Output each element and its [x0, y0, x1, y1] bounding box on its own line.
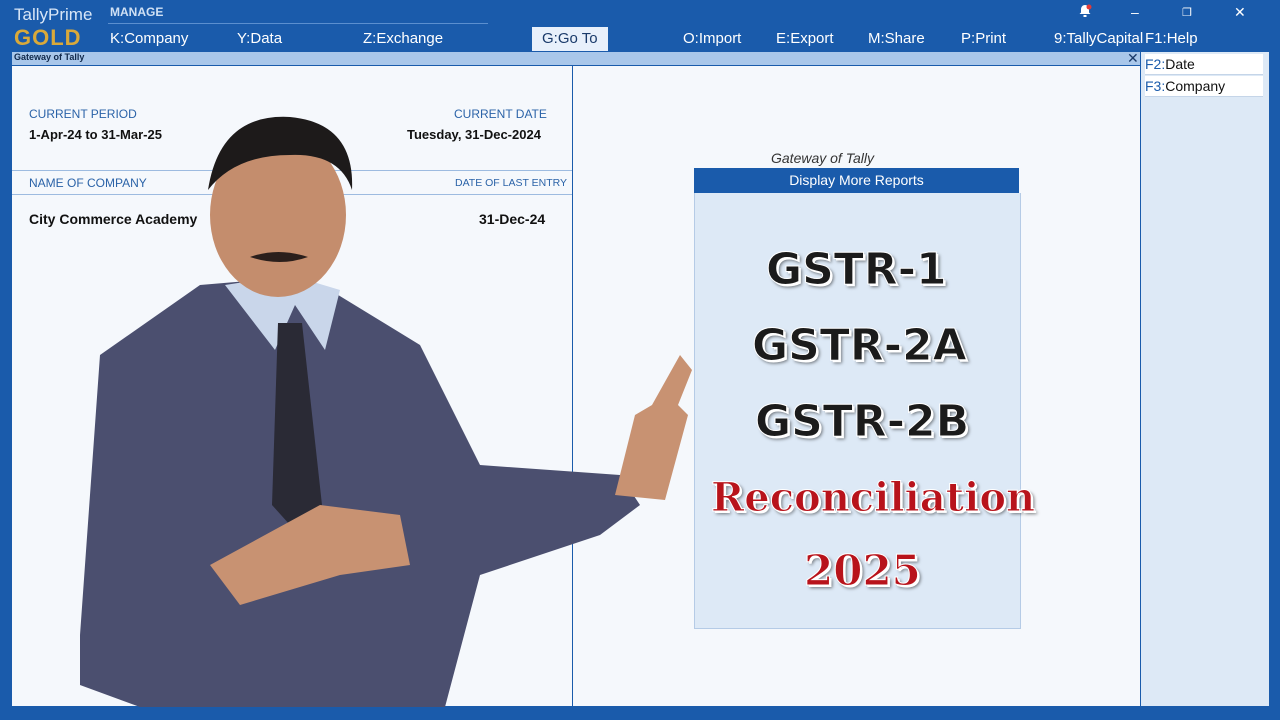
headline-gstr2a: GSTR-2A: [752, 320, 968, 372]
notification-bell-icon[interactable]: [1078, 4, 1092, 21]
close-icon[interactable]: ✕: [1127, 50, 1139, 67]
menu-exchange[interactable]: Z:Exchange: [363, 30, 443, 47]
menu-help[interactable]: F1:Help: [1145, 30, 1198, 47]
restore-icon[interactable]: ❐: [1182, 6, 1192, 19]
window-close-icon[interactable]: ✕: [1234, 4, 1246, 21]
gateway-title: Gateway of Tally: [771, 150, 874, 166]
menu-share[interactable]: M:Share: [868, 30, 925, 47]
menu-import[interactable]: O:Import: [683, 30, 741, 47]
minimize-icon[interactable]: –: [1131, 4, 1139, 20]
menu-data[interactable]: Y:Data: [237, 30, 282, 47]
company-button[interactable]: F3:Company: [1145, 76, 1263, 97]
menu-export[interactable]: E:Export: [776, 30, 834, 47]
manage-divider: [108, 23, 488, 24]
headline-year: 2025: [804, 546, 922, 596]
presenter-image: [40, 105, 700, 712]
top-menu-bar: TallyPrime GOLD MANAGE K:Company Y:Data …: [0, 0, 1280, 52]
window-title: Gateway of Tally: [14, 52, 85, 62]
app-name: TallyPrime: [14, 5, 93, 24]
menu-go-to[interactable]: G:Go To: [532, 27, 608, 51]
headline-gstr2b: GSTR-2B: [754, 396, 970, 448]
menu-tallycapital[interactable]: 9:TallyCapital: [1054, 30, 1143, 47]
menu-company[interactable]: K:Company: [110, 30, 188, 47]
right-button-panel: F2:Date F3:Company: [1141, 52, 1269, 706]
app-edition: GOLD: [14, 25, 82, 50]
window-title-bar: Gateway of Tally: [12, 52, 1140, 65]
headline-reconciliation: Reconciliation: [710, 474, 1036, 522]
menu-print[interactable]: P:Print: [961, 30, 1006, 47]
manage-section-label: MANAGE: [110, 5, 164, 19]
gateway-menu-header: Display More Reports: [694, 168, 1019, 193]
headline-gstr1: GSTR-1: [766, 244, 948, 296]
date-button[interactable]: F2:Date: [1145, 54, 1263, 75]
